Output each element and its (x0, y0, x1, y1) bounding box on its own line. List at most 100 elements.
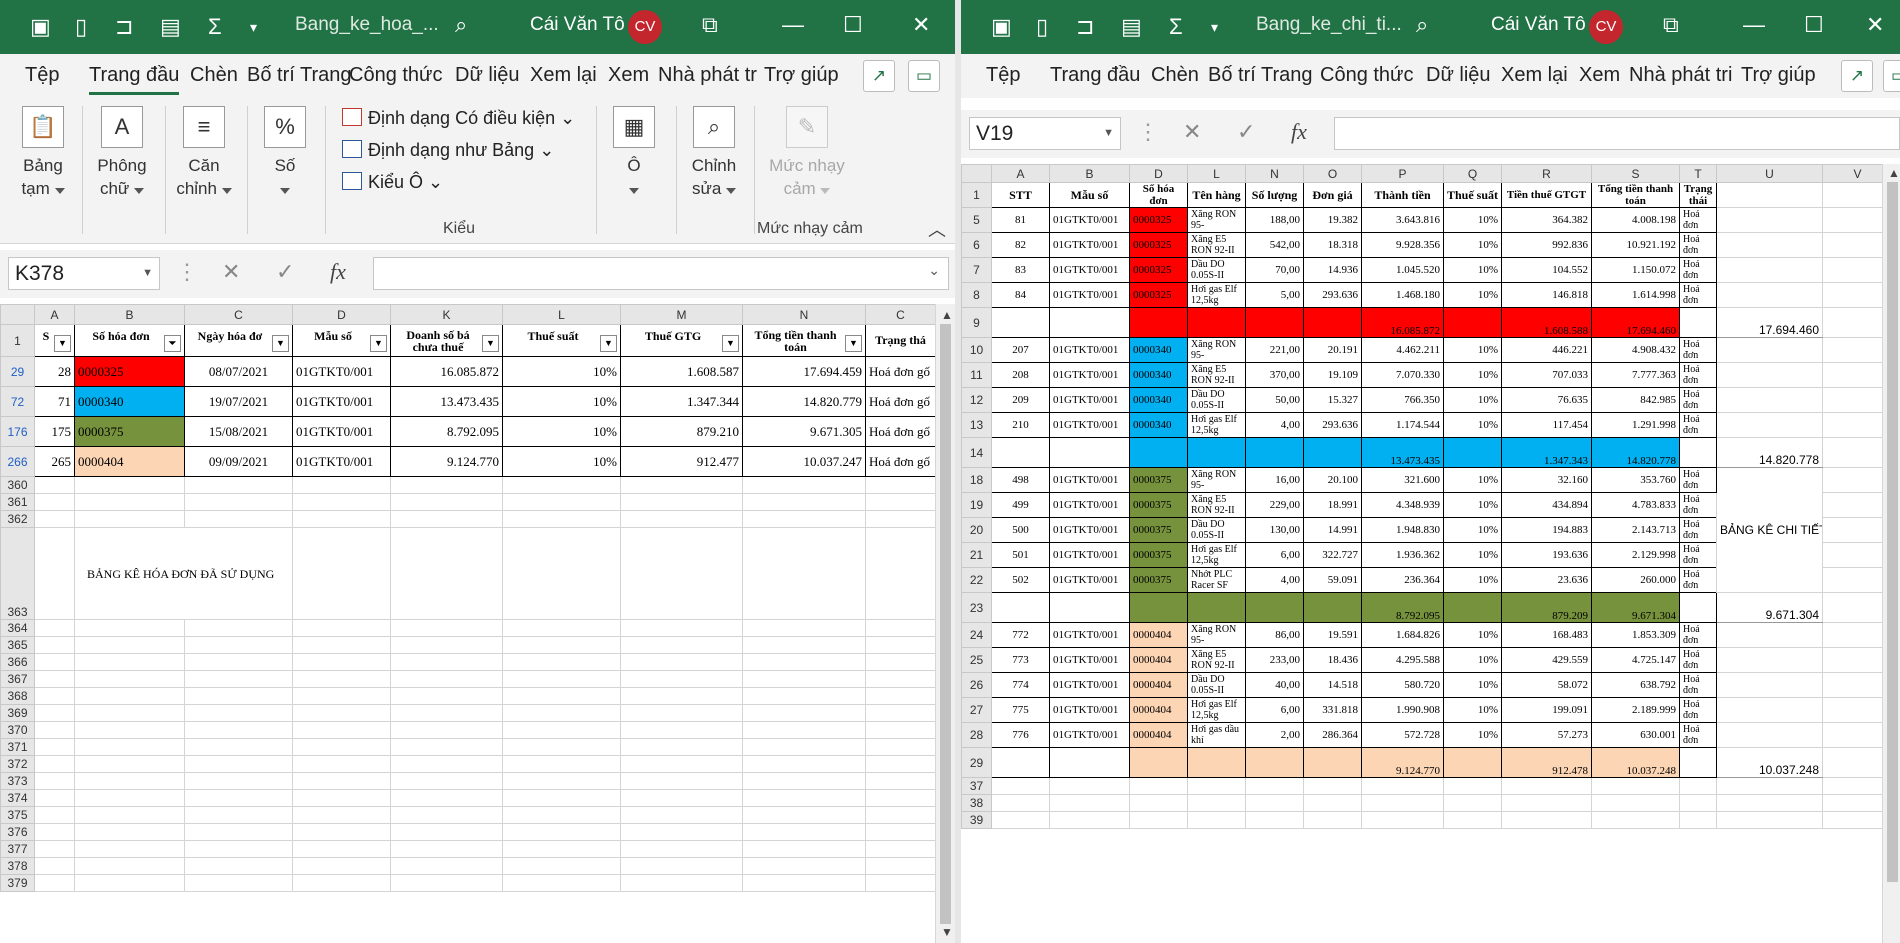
column-header[interactable]: U (1716, 164, 1823, 183)
cell[interactable]: Hoá đơn (1679, 722, 1717, 748)
open-folder-icon[interactable]: ⊐ (115, 14, 133, 40)
cell[interactable] (865, 653, 936, 671)
cell[interactable] (865, 738, 936, 756)
cell[interactable] (292, 772, 391, 790)
cell[interactable] (865, 510, 936, 528)
cell[interactable] (1716, 697, 1823, 723)
tab-insert[interactable]: Chèn (1151, 64, 1199, 87)
row-header[interactable]: 5 (961, 207, 992, 233)
row-header[interactable]: 11 (961, 362, 992, 388)
cell[interactable] (34, 857, 75, 875)
header-cell[interactable]: STT (991, 182, 1050, 208)
cell[interactable]: 10% (1443, 542, 1502, 568)
scrollbar-thumb[interactable] (1887, 182, 1898, 882)
scroll-up-icon[interactable]: ▲ (1888, 166, 1900, 180)
tab-file[interactable]: Tệp (986, 64, 1020, 87)
cell[interactable]: Xăng RON 95- (1187, 622, 1246, 648)
row-header[interactable]: 369 (0, 704, 35, 722)
comments-icon[interactable]: ▭ (1883, 60, 1900, 92)
cell[interactable]: 01GTKT0/001 (1049, 282, 1130, 308)
print-preview-icon[interactable]: ▤ (1121, 14, 1142, 40)
cell[interactable]: 331.818 (1303, 697, 1362, 723)
cell[interactable] (742, 874, 866, 892)
cell[interactable] (292, 857, 391, 875)
cell[interactable] (74, 476, 185, 494)
cell[interactable] (1716, 622, 1823, 648)
cell[interactable]: 20.100 (1303, 467, 1362, 493)
cell[interactable]: 4.008.198 (1591, 207, 1680, 233)
cell[interactable] (184, 636, 293, 654)
cell[interactable]: 70,00 (1245, 257, 1304, 283)
column-header[interactable]: M (620, 304, 743, 325)
row-header[interactable]: 176 (0, 416, 35, 447)
cell[interactable]: 638.792 (1591, 672, 1680, 698)
cell[interactable]: Hoá đơn (1679, 387, 1717, 413)
row-header[interactable]: 27 (961, 697, 992, 723)
cell[interactable]: 10% (1443, 257, 1502, 283)
cell[interactable] (1049, 794, 1130, 812)
row-header[interactable]: 376 (0, 823, 35, 841)
number-group[interactable]: % Số (260, 106, 310, 200)
cell[interactable]: Xăng E5 RON 92-II (1187, 647, 1246, 673)
cell[interactable]: 1.291.998 (1591, 412, 1680, 438)
cell[interactable] (620, 840, 743, 858)
cell[interactable] (184, 721, 293, 739)
cell[interactable] (390, 755, 503, 773)
cell[interactable] (1716, 232, 1823, 258)
cell[interactable] (390, 874, 503, 892)
tab-review[interactable]: Xem lại (530, 64, 597, 87)
cell[interactable] (620, 823, 743, 841)
cell[interactable]: 104.552 (1501, 257, 1592, 283)
cell[interactable]: 1.614.998 (1591, 282, 1680, 308)
row-header[interactable]: 6 (961, 232, 992, 258)
cell[interactable] (34, 636, 75, 654)
cell[interactable] (74, 772, 185, 790)
tab-developer[interactable]: Nhà phát tri (1629, 64, 1732, 87)
cell[interactable]: 502 (991, 567, 1050, 593)
cell[interactable] (292, 653, 391, 671)
header-cell[interactable]: Số lượng (1245, 182, 1304, 208)
cell[interactable] (502, 527, 621, 620)
cell[interactable]: 01GTKT0/001 (1049, 467, 1130, 493)
cell[interactable]: Xăng RON 95- (1187, 337, 1246, 363)
cell[interactable]: 0000340 (1129, 362, 1188, 388)
cell[interactable]: 229,00 (1245, 492, 1304, 518)
cell[interactable]: 0000375 (1129, 567, 1188, 593)
cell[interactable]: 10% (1443, 697, 1502, 723)
cell[interactable] (292, 874, 391, 892)
cell[interactable] (292, 510, 391, 528)
cell[interactable]: 9.671.304 (1591, 592, 1680, 623)
cell[interactable]: 1.684.826 (1361, 622, 1444, 648)
cell[interactable]: 293.636 (1303, 412, 1362, 438)
cell[interactable]: 18.436 (1303, 647, 1362, 673)
cell[interactable]: 2.129.998 (1591, 542, 1680, 568)
cell[interactable] (865, 687, 936, 705)
cell[interactable]: 0000404 (74, 446, 185, 477)
cell[interactable]: 01GTKT0/001 (1049, 232, 1130, 258)
cell[interactable] (1443, 811, 1502, 829)
column-header[interactable]: C (184, 304, 293, 325)
cell[interactable] (865, 636, 936, 654)
cell[interactable]: 20.191 (1303, 337, 1362, 363)
cell[interactable] (390, 510, 503, 528)
cell[interactable]: Xăng RON 95- (1187, 467, 1246, 493)
cell[interactable]: 370,00 (1245, 362, 1304, 388)
column-header[interactable]: K (390, 304, 503, 325)
cell[interactable] (184, 755, 293, 773)
save-icon[interactable]: ▣ (30, 14, 51, 40)
cell[interactable] (184, 493, 293, 511)
cell[interactable] (865, 619, 936, 637)
cell[interactable]: 13.473.435 (1361, 437, 1444, 468)
cell[interactable] (1245, 747, 1304, 778)
header-cell[interactable]: Thuế suất ▼ (502, 324, 621, 357)
scrollbar-thumb[interactable] (940, 324, 951, 924)
cell[interactable]: Xăng E5 RON 92-II (1187, 362, 1246, 388)
cell[interactable]: 59.091 (1303, 567, 1362, 593)
cell[interactable] (74, 670, 185, 688)
cell[interactable] (390, 687, 503, 705)
cell[interactable] (292, 619, 391, 637)
tab-view[interactable]: Xem (1579, 64, 1620, 87)
cell[interactable]: 500 (991, 517, 1050, 543)
cell[interactable]: 81 (991, 207, 1050, 233)
cell[interactable]: 17.694.459 (742, 356, 866, 387)
